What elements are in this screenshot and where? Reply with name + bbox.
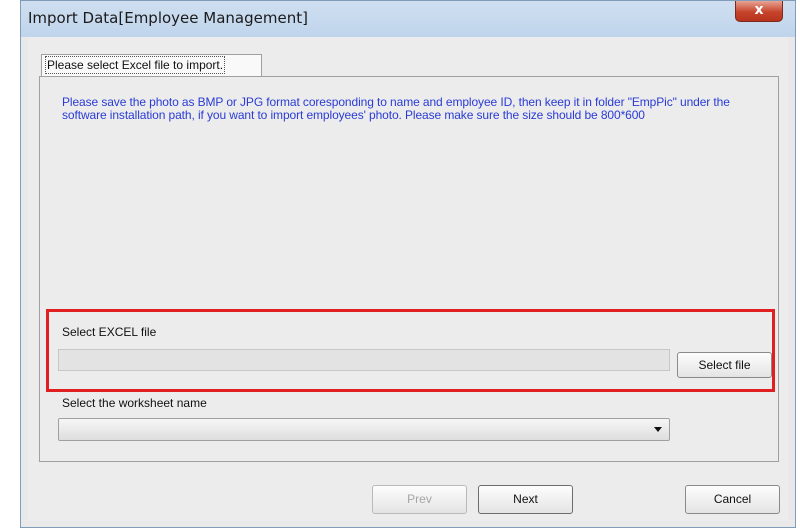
photo-import-instructions: Please save the photo as BMP or JPG form…: [62, 95, 730, 122]
dropdown-arrow-icon: [654, 427, 662, 432]
next-button[interactable]: Next: [478, 485, 573, 514]
cancel-button[interactable]: Cancel: [685, 485, 780, 514]
close-icon: x: [754, 2, 764, 18]
prev-button[interactable]: Prev: [372, 485, 467, 514]
title-bar[interactable]: Import Data[Employee Management] x: [21, 1, 795, 37]
tab-select-excel[interactable]: Please select Excel file to import.: [41, 54, 262, 76]
import-data-dialog: Import Data[Employee Management] x Pleas…: [20, 0, 796, 528]
tab-label: Please select Excel file to import.: [44, 56, 226, 74]
select-file-button[interactable]: Select file: [677, 352, 772, 378]
tab-panel: Please save the photo as BMP or JPG form…: [39, 76, 779, 462]
window-title: Import Data[Employee Management]: [28, 9, 308, 27]
worksheet-label: Select the worksheet name: [62, 396, 207, 410]
select-excel-label: Select EXCEL file: [62, 325, 157, 339]
dialog-body: Please select Excel file to import. Plea…: [28, 37, 788, 521]
close-button[interactable]: x: [735, 1, 783, 22]
worksheet-dropdown[interactable]: [58, 418, 670, 441]
excel-file-path-field[interactable]: [58, 349, 670, 371]
